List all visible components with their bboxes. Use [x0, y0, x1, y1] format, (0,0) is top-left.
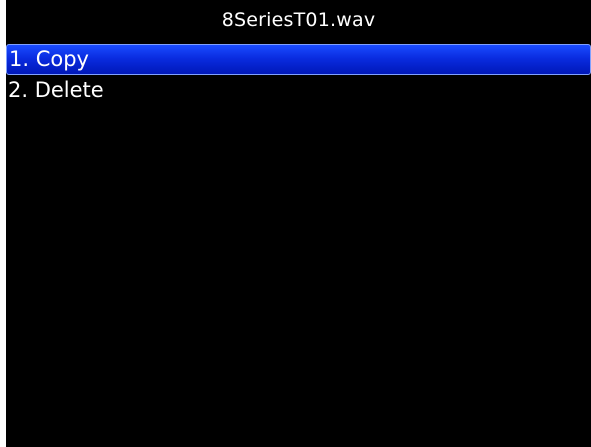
- menu-item-copy[interactable]: 1. Copy: [6, 44, 591, 75]
- file-options-menu: 1. Copy 2. Delete: [6, 44, 591, 106]
- file-title: 8SeriesT01.wav: [221, 9, 376, 31]
- device-screen: 8SeriesT01.wav 1. Copy 2. Delete: [6, 0, 591, 447]
- menu-item-delete[interactable]: 2. Delete: [6, 75, 591, 106]
